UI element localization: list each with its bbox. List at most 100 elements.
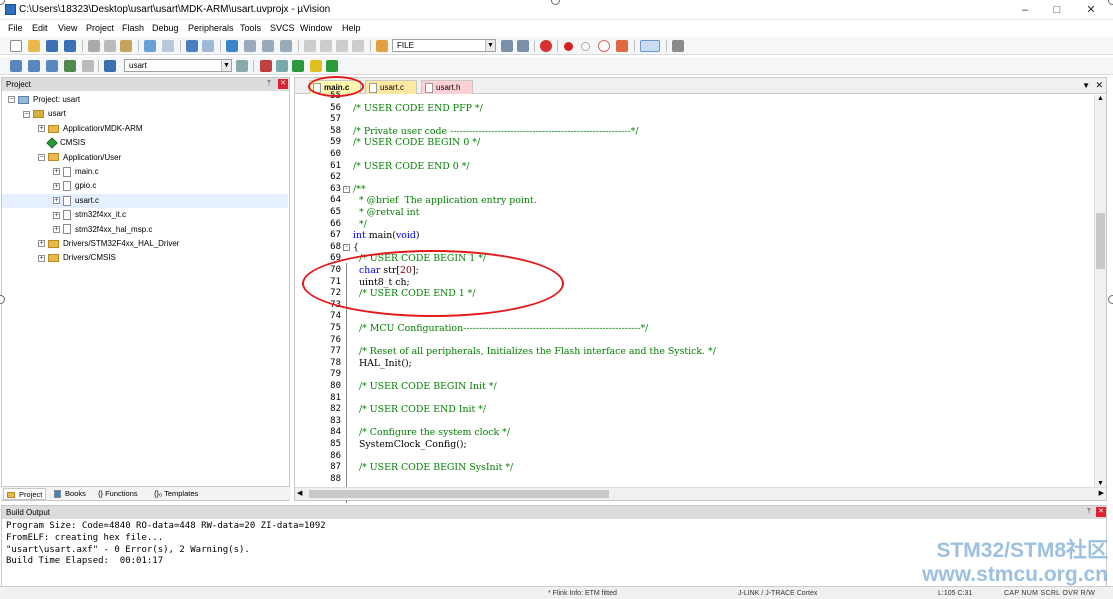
crop-handle[interactable]: [1108, 295, 1113, 304]
collapse-icon[interactable]: −: [8, 96, 15, 104]
debug-session-icon[interactable]: [540, 40, 552, 52]
tab-usart-c[interactable]: usart.c: [365, 80, 417, 94]
batch-build-icon[interactable]: [64, 60, 76, 72]
menu-flash[interactable]: Flash: [122, 21, 144, 35]
chevron-down-icon[interactable]: ▼: [221, 60, 231, 71]
scroll-up-icon[interactable]: ▲: [1097, 95, 1104, 102]
stop-build-icon[interactable]: [82, 60, 94, 72]
kill-breakpoints-icon[interactable]: [616, 40, 628, 52]
tab-books[interactable]: Books: [51, 488, 89, 500]
rebuild-icon[interactable]: [46, 60, 58, 72]
menu-help[interactable]: Help: [342, 21, 361, 35]
expand-icon[interactable]: +: [53, 211, 60, 219]
new-file-icon[interactable]: [10, 40, 22, 52]
minimize-button[interactable]: –: [1010, 2, 1040, 18]
collapse-icon[interactable]: −: [38, 153, 45, 161]
uncomment-icon[interactable]: [352, 40, 364, 52]
tree-item[interactable]: − usart: [2, 107, 288, 121]
find-icon[interactable]: [501, 40, 513, 52]
navigate-forward-icon[interactable]: [202, 40, 214, 52]
configure-tools-icon[interactable]: [672, 40, 684, 52]
close-tab-icon[interactable]: ✕: [1095, 80, 1103, 91]
fold-icon[interactable]: -: [343, 185, 350, 193]
target-select[interactable]: usart ▼: [124, 59, 232, 72]
menu-edit[interactable]: Edit: [32, 21, 48, 35]
close-window-button[interactable]: ✕: [1076, 2, 1106, 18]
vertical-scrollbar[interactable]: ▲ ▼: [1094, 95, 1106, 487]
tab-project[interactable]: Project: [3, 488, 47, 500]
tree-item[interactable]: + usart.c: [2, 193, 288, 208]
prev-bookmark-icon[interactable]: [244, 40, 256, 52]
menu-window[interactable]: Window: [300, 21, 332, 35]
next-bookmark-icon[interactable]: [262, 40, 274, 52]
h-scroll-thumb[interactable]: [309, 490, 609, 498]
download-icon[interactable]: [104, 60, 116, 72]
find-combo[interactable]: FILE ▼: [392, 39, 496, 52]
tree-item[interactable]: + stm32f4xx_it.c: [2, 208, 288, 222]
tree-item[interactable]: CMSIS: [2, 136, 288, 150]
file-extensions-icon[interactable]: [260, 60, 272, 72]
disable-breakpoint-icon[interactable]: [581, 42, 590, 51]
target-options-icon[interactable]: [236, 60, 248, 72]
indent-icon[interactable]: [304, 40, 316, 52]
redo-icon[interactable]: [162, 40, 174, 52]
manage-components-icon[interactable]: [276, 60, 288, 72]
pack-installer-icon[interactable]: [326, 60, 338, 72]
tab-templates[interactable]: {}₀ Templates: [151, 488, 201, 500]
translate-icon[interactable]: [10, 60, 22, 72]
window-layout-icon[interactable]: [640, 40, 660, 52]
scroll-thumb[interactable]: [1096, 213, 1105, 269]
menu-project[interactable]: Project: [86, 21, 114, 35]
tab-functions[interactable]: {} Functions: [95, 488, 141, 500]
tree-item[interactable]: − Application/User: [2, 151, 288, 165]
tree-item[interactable]: + Drivers/CMSIS: [2, 251, 288, 265]
close-icon[interactable]: ✕: [1096, 507, 1106, 517]
cut-icon[interactable]: [88, 40, 100, 52]
tree-item[interactable]: + gpio.c: [2, 179, 288, 193]
comment-icon[interactable]: [336, 40, 348, 52]
select-packs-icon[interactable]: [310, 60, 322, 72]
incremental-find-icon[interactable]: [517, 40, 529, 52]
save-icon[interactable]: [46, 40, 58, 52]
expand-icon[interactable]: +: [38, 125, 45, 133]
close-icon[interactable]: ✕: [278, 79, 288, 89]
fold-icon[interactable]: -: [343, 243, 350, 251]
expand-icon[interactable]: +: [53, 168, 60, 176]
clear-breakpoints-icon[interactable]: [598, 40, 610, 52]
tree-item[interactable]: + stm32f4xx_hal_msp.c: [2, 223, 288, 237]
menu-tools[interactable]: Tools: [240, 21, 261, 35]
horizontal-scrollbar[interactable]: ◀ ▶: [295, 487, 1106, 500]
chevron-down-icon[interactable]: ▼: [485, 40, 495, 51]
expand-icon[interactable]: +: [53, 197, 60, 205]
bookmark-icon[interactable]: [226, 40, 238, 52]
menu-peripherals[interactable]: Peripherals: [188, 21, 234, 35]
copy-icon[interactable]: [104, 40, 116, 52]
expand-icon[interactable]: +: [38, 254, 45, 262]
pin-icon[interactable]: ᛘ: [264, 79, 274, 89]
tree-item[interactable]: + Application/MDK-ARM: [2, 122, 288, 136]
tab-list-dropdown-icon[interactable]: ▼: [1082, 81, 1090, 90]
open-folder-icon[interactable]: [28, 40, 40, 52]
expand-icon[interactable]: +: [53, 225, 60, 233]
save-all-icon[interactable]: [64, 40, 76, 52]
build-icon[interactable]: [28, 60, 40, 72]
tree-item[interactable]: − Project: usart: [2, 93, 288, 107]
scroll-right-icon[interactable]: ▶: [1099, 489, 1104, 497]
tree-item[interactable]: + Drivers/STM32F4xx_HAL_Driver: [2, 237, 288, 251]
menu-file[interactable]: File: [8, 21, 23, 35]
paste-icon[interactable]: [120, 40, 132, 52]
menu-debug[interactable]: Debug: [152, 21, 179, 35]
maximize-button[interactable]: □: [1042, 2, 1072, 18]
undo-icon[interactable]: [144, 40, 156, 52]
menu-svcs[interactable]: SVCS: [270, 21, 295, 35]
collapse-icon[interactable]: −: [23, 110, 30, 118]
scroll-down-icon[interactable]: ▼: [1097, 480, 1104, 487]
tab-usart-h[interactable]: usart.h: [421, 80, 473, 94]
tree-item[interactable]: + main.c: [2, 165, 288, 179]
clear-bookmarks-icon[interactable]: [280, 40, 292, 52]
scroll-left-icon[interactable]: ◀: [297, 489, 302, 497]
breakpoint-icon[interactable]: [564, 42, 573, 51]
pin-icon[interactable]: ᛘ: [1084, 507, 1094, 517]
expand-icon[interactable]: +: [53, 182, 60, 190]
menu-view[interactable]: View: [58, 21, 77, 35]
